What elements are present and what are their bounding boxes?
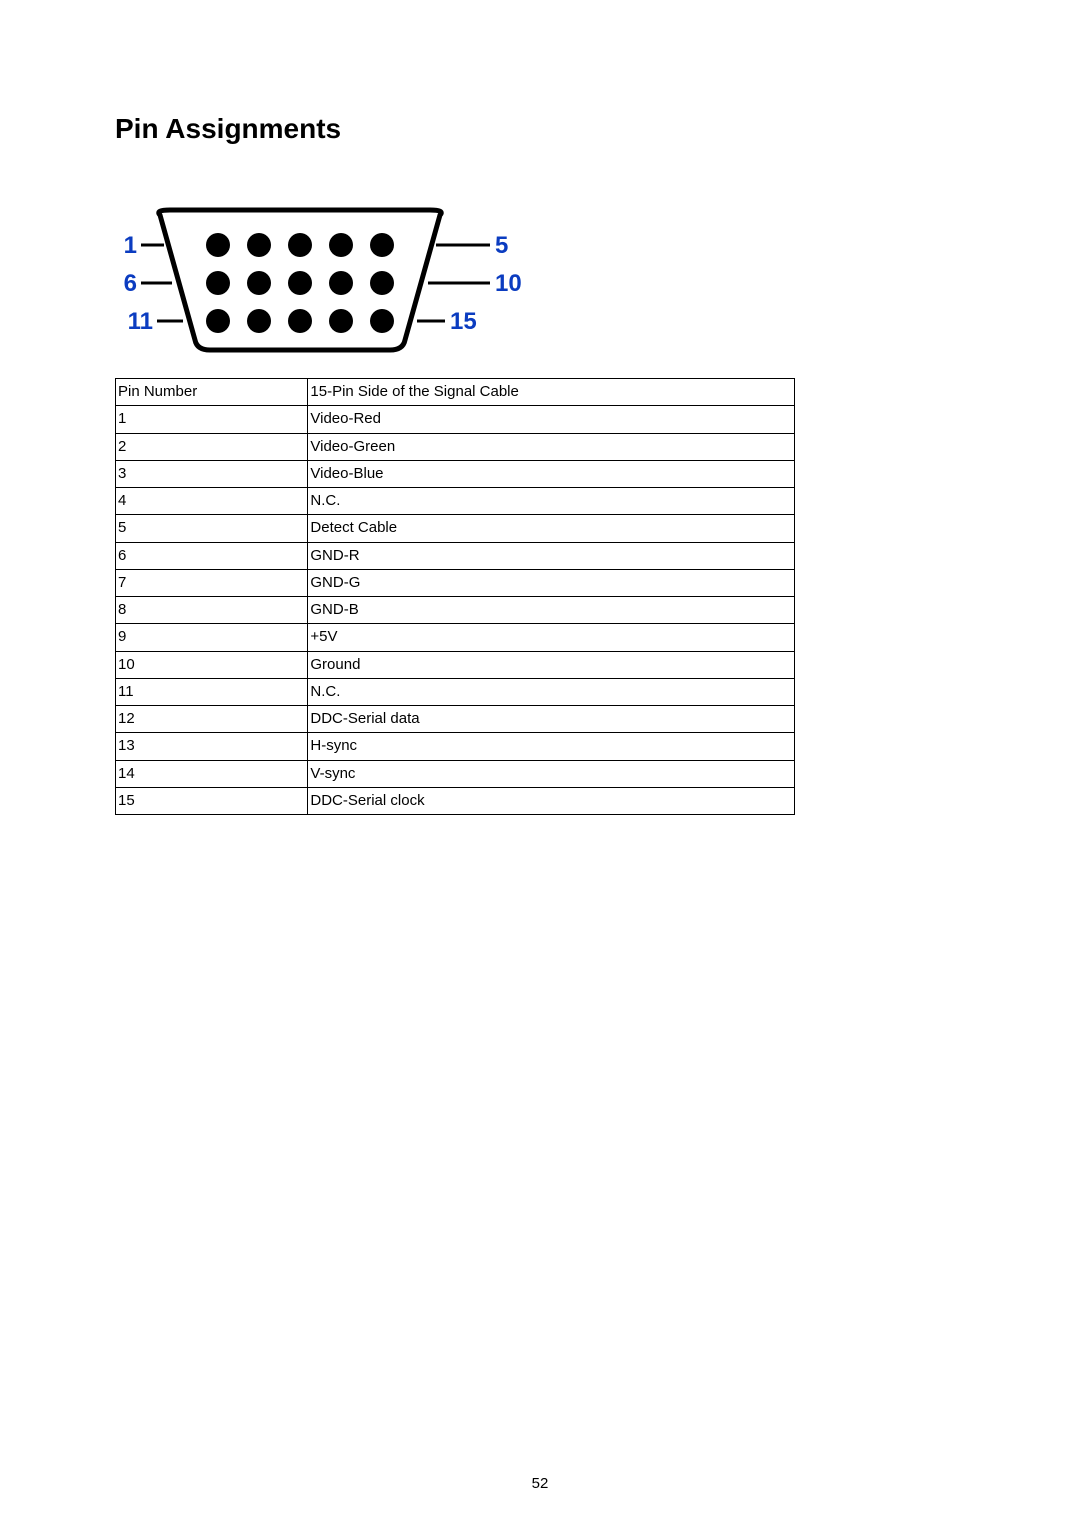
table-row: 6GND-R xyxy=(116,542,795,569)
cell-pin: 3 xyxy=(116,460,308,487)
diagram-label: 10 xyxy=(495,270,522,297)
pin-dot xyxy=(206,233,230,257)
pin-dot xyxy=(370,271,394,295)
cell-desc: DDC-Serial data xyxy=(308,706,795,733)
table-row: 12DDC-Serial data xyxy=(116,706,795,733)
section-title: Pin Assignments xyxy=(115,113,965,145)
table-header-row: Pin Number 15-Pin Side of the Signal Cab… xyxy=(116,379,795,406)
cell-pin: 7 xyxy=(116,569,308,596)
pin-assignment-table: Pin Number 15-Pin Side of the Signal Cab… xyxy=(115,378,795,815)
table-row: 14V-sync xyxy=(116,760,795,787)
cell-pin: 5 xyxy=(116,515,308,542)
pin-dot xyxy=(288,309,312,333)
pin-dot xyxy=(370,309,394,333)
cell-desc: +5V xyxy=(308,624,795,651)
cell-desc: N.C. xyxy=(308,678,795,705)
pin-dot xyxy=(370,233,394,257)
cell-desc: V-sync xyxy=(308,760,795,787)
cell-desc: Video-Red xyxy=(308,406,795,433)
table-row: 13H-sync xyxy=(116,733,795,760)
cell-desc: N.C. xyxy=(308,488,795,515)
page-number: 52 xyxy=(0,1475,1080,1492)
table-row: 8GND-B xyxy=(116,597,795,624)
cell-pin: 4 xyxy=(116,488,308,515)
table-row: 15DDC-Serial clock xyxy=(116,787,795,814)
diagram-label: 11 xyxy=(128,308,153,335)
cell-pin: 11 xyxy=(116,678,308,705)
cell-pin: 13 xyxy=(116,733,308,760)
cell-pin: 6 xyxy=(116,542,308,569)
pin-dot xyxy=(288,233,312,257)
pin-dot xyxy=(247,233,271,257)
cell-desc: GND-G xyxy=(308,569,795,596)
table-row: 11N.C. xyxy=(116,678,795,705)
cell-desc: Detect Cable xyxy=(308,515,795,542)
table-row: 3Video-Blue xyxy=(116,460,795,487)
pin-dot xyxy=(206,271,230,295)
table-row: 2Video-Green xyxy=(116,433,795,460)
col-header-desc: 15-Pin Side of the Signal Cable xyxy=(308,379,795,406)
table-row: 5Detect Cable xyxy=(116,515,795,542)
cell-pin: 9 xyxy=(116,624,308,651)
cell-desc: H-sync xyxy=(308,733,795,760)
page: Pin Assignments xyxy=(0,0,1080,1527)
diagram-label: 5 xyxy=(495,232,508,259)
pin-dot xyxy=(247,309,271,333)
cell-desc: DDC-Serial clock xyxy=(308,787,795,814)
pin-dot xyxy=(329,271,353,295)
cell-desc: Ground xyxy=(308,651,795,678)
diagram-label: 15 xyxy=(450,308,477,335)
pin-dot xyxy=(206,309,230,333)
connector-svg: 1 5 6 10 11 15 xyxy=(115,200,530,360)
cell-pin: 14 xyxy=(116,760,308,787)
table-row: 10Ground xyxy=(116,651,795,678)
cell-pin: 15 xyxy=(116,787,308,814)
col-header-pin: Pin Number xyxy=(116,379,308,406)
cell-desc: GND-R xyxy=(308,542,795,569)
pin-dot xyxy=(329,309,353,333)
pin-dot xyxy=(288,271,312,295)
table-row: 7GND-G xyxy=(116,569,795,596)
table-row: 9+5V xyxy=(116,624,795,651)
connector-diagram: 1 5 6 10 11 15 xyxy=(115,200,530,360)
cell-pin: 10 xyxy=(116,651,308,678)
cell-desc: GND-B xyxy=(308,597,795,624)
table-row: 1Video-Red xyxy=(116,406,795,433)
table-row: 4N.C. xyxy=(116,488,795,515)
cell-desc: Video-Green xyxy=(308,433,795,460)
pin-dot xyxy=(329,233,353,257)
cell-pin: 1 xyxy=(116,406,308,433)
cell-pin: 2 xyxy=(116,433,308,460)
diagram-label: 6 xyxy=(124,270,137,297)
pin-dot xyxy=(247,271,271,295)
diagram-label: 1 xyxy=(124,232,137,259)
cell-pin: 8 xyxy=(116,597,308,624)
cell-pin: 12 xyxy=(116,706,308,733)
cell-desc: Video-Blue xyxy=(308,460,795,487)
